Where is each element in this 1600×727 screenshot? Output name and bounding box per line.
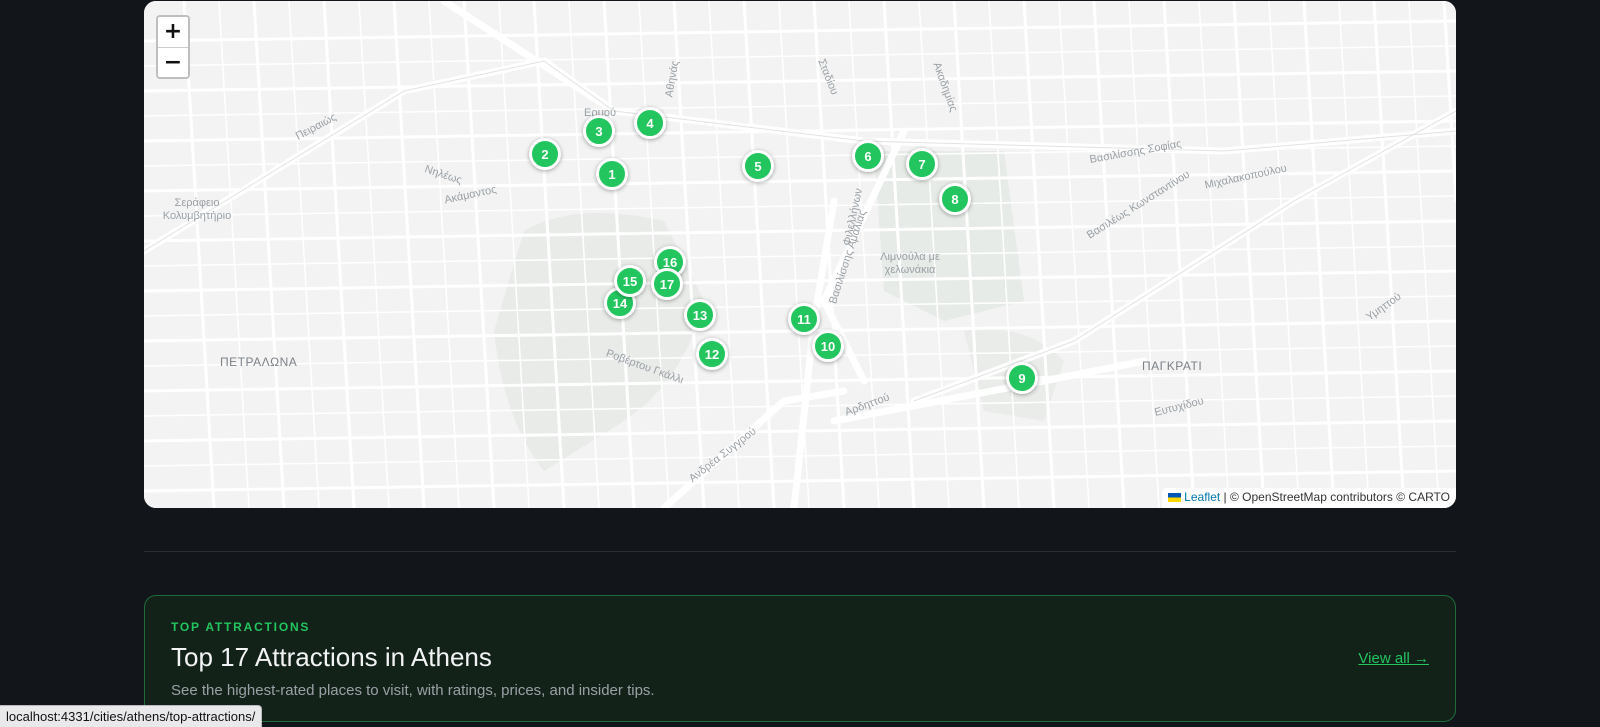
map-label-serafeio: Σεράφειο Κολυμβητήριο (162, 197, 232, 222)
map-marker[interactable]: 7 (906, 148, 938, 180)
zoom-in-button[interactable]: + (158, 17, 188, 47)
map-marker[interactable]: 6 (852, 140, 884, 172)
map-marker[interactable]: 13 (684, 299, 716, 331)
attribution-text: | © OpenStreetMap contributors © CARTO (1223, 490, 1450, 504)
map-marker[interactable]: 15 (614, 265, 646, 297)
ukraine-flag-icon (1168, 493, 1182, 502)
map-tiles[interactable] (144, 1, 1456, 508)
map-label-limnoula: Λιμνούλα με χελωνάκια (880, 251, 940, 276)
zoom-out-button[interactable]: − (158, 47, 188, 77)
map-marker[interactable]: 2 (529, 138, 561, 170)
card-title: Top 17 Attractions in Athens (171, 642, 492, 672)
map-marker[interactable]: 12 (696, 338, 728, 370)
map-marker[interactable]: 5 (742, 150, 774, 182)
leaflet-link[interactable]: Leaflet (1184, 490, 1220, 504)
map-marker[interactable]: 3 (583, 115, 615, 147)
card-description: See the highest-rated places to visit, w… (171, 682, 655, 699)
section-divider (144, 551, 1456, 552)
map-marker[interactable]: 9 (1006, 362, 1038, 394)
map-marker[interactable]: 17 (651, 268, 683, 300)
map-label-petralona: ΠΕΤΡΑΛΩΝΑ (220, 355, 298, 369)
zoom-control: + − (156, 15, 190, 79)
map-marker[interactable]: 1 (596, 158, 628, 190)
top-attractions-card[interactable]: TOP ATTRACTIONS Top 17 Attractions in At… (144, 595, 1456, 722)
map-attribution: Leaflet | © OpenStreetMap contributors ©… (1162, 488, 1456, 508)
attractions-map[interactable]: Σεράφειο Κολυμβητήριο ΠΕΤΡΑΛΩΝΑ ΠΑΓΚΡΑΤΙ… (144, 1, 1456, 508)
page: Σεράφειο Κολυμβητήριο ΠΕΤΡΑΛΩΝΑ ΠΑΓΚΡΑΤΙ… (0, 0, 1600, 727)
map-marker[interactable]: 4 (634, 107, 666, 139)
map-marker[interactable]: 10 (812, 330, 844, 362)
map-marker[interactable]: 11 (788, 303, 820, 335)
map-label-pagkrati: ΠΑΓΚΡΑΤΙ (1142, 359, 1203, 373)
browser-status-bar: localhost:4331/cities/athens/top-attract… (0, 705, 263, 727)
view-all-link[interactable]: View all → (1358, 650, 1429, 667)
map-marker[interactable]: 8 (939, 183, 971, 215)
card-eyebrow: TOP ATTRACTIONS (171, 620, 311, 634)
